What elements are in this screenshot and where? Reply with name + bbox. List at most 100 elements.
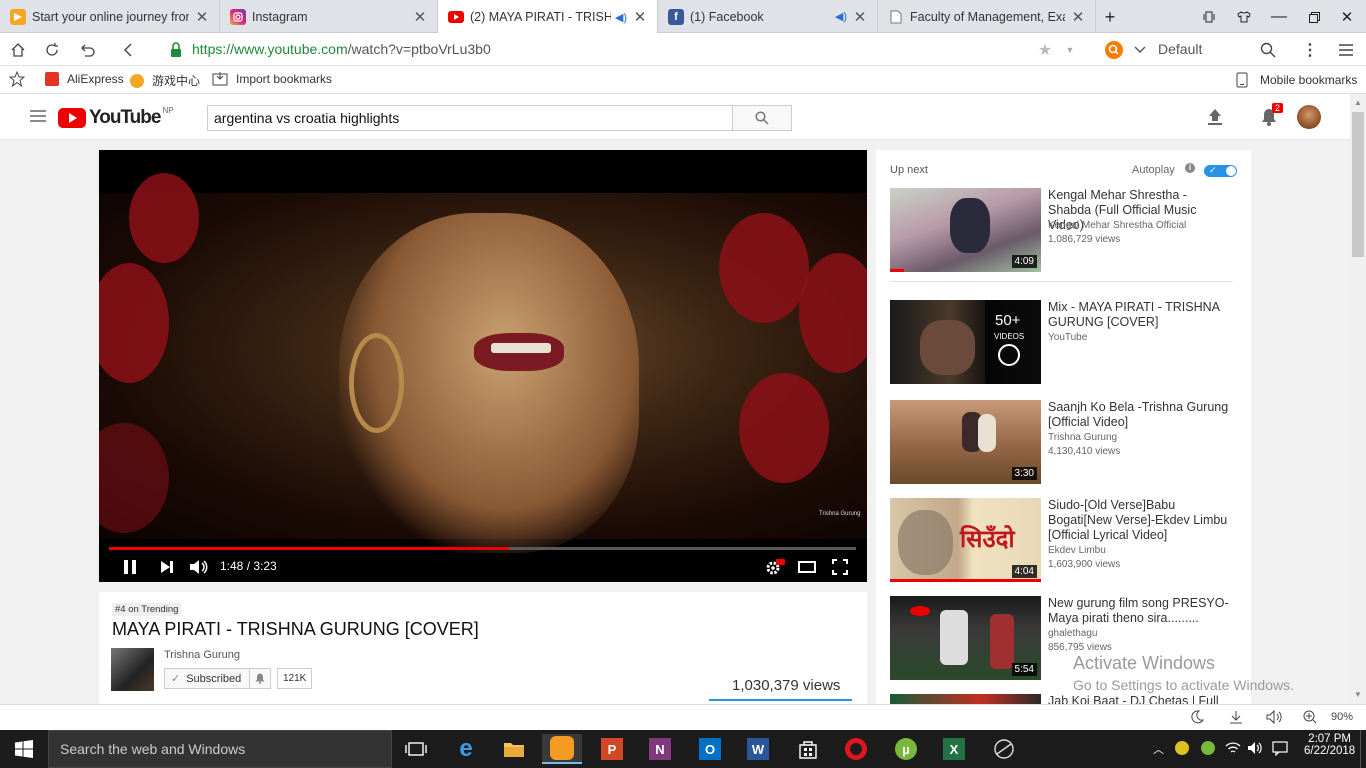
recommendation-item[interactable]: सिउँदो 4:04 Siudo-[Old Verse]Babu Bogati… (890, 498, 1227, 582)
powerpoint-icon[interactable]: P (592, 734, 632, 764)
ucbrowser-taskbar-icon[interactable] (542, 734, 582, 764)
home-icon[interactable] (8, 40, 28, 60)
message-icon[interactable] (1272, 740, 1288, 756)
next-button[interactable] (156, 556, 178, 578)
trending-badge[interactable]: #4 on Trending (112, 603, 182, 616)
subscribed-button[interactable]: ✓ Subscribed (164, 668, 272, 689)
close-tab-icon[interactable]: ✕ (1071, 8, 1085, 26)
tab-facebook[interactable]: f (1) Facebook ◀) ✕ (658, 0, 878, 33)
night-mode-icon[interactable] (1190, 710, 1204, 724)
file-explorer-icon[interactable] (494, 734, 534, 764)
close-tab-icon[interactable]: ✕ (853, 8, 867, 26)
tablet-mode-icon[interactable] (1200, 8, 1218, 26)
settings-button[interactable] (764, 556, 786, 578)
recommendation-item[interactable]: 3:30 Saanjh Ko Bela -Trishna Gurung [Off… (890, 400, 1228, 484)
search-icon[interactable] (1258, 40, 1278, 60)
wifi-icon[interactable] (1225, 741, 1241, 755)
tab-instagram[interactable]: Instagram ✕ (220, 0, 438, 33)
tray-utorrent-icon[interactable] (1201, 741, 1215, 755)
video-thumbnail[interactable]: 50+ VIDEOS (890, 300, 1041, 384)
avatar[interactable] (1297, 105, 1321, 129)
search-button[interactable] (732, 105, 792, 131)
opera-icon[interactable] (836, 734, 876, 764)
bookmark-import[interactable]: Import bookmarks (212, 72, 332, 86)
undo-close-icon[interactable] (78, 40, 98, 60)
search-input[interactable]: argentina vs croatia highlights (207, 105, 733, 131)
video-thumbnail[interactable]: 4:09 (890, 188, 1041, 272)
progress-bar[interactable] (109, 547, 856, 550)
video-title[interactable]: Jab Koi Baat - DJ Chetas | Full (1048, 694, 1233, 704)
volume-button[interactable] (188, 556, 210, 578)
back-icon[interactable] (118, 40, 138, 60)
video-thumbnail[interactable]: सिउँदो 4:04 (890, 498, 1041, 582)
scrollbar[interactable]: ▲ ▼ (1350, 94, 1366, 704)
maximize-icon[interactable] (1305, 8, 1323, 26)
video-player[interactable]: Trishna Gurung 1:48 / 3:23 (99, 150, 867, 582)
outlook-icon[interactable]: O (690, 734, 730, 764)
windows-start-icon[interactable] (4, 734, 44, 764)
search-engine-icon[interactable] (1104, 40, 1124, 60)
network-tool-icon[interactable] (984, 734, 1024, 764)
bookmark-games[interactable]: 游戏中心 (130, 72, 200, 89)
autoplay-toggle[interactable]: ✓ (1204, 165, 1237, 177)
theater-mode-button[interactable] (796, 556, 818, 578)
tab-youtube[interactable]: (2) MAYA PIRATI - TRISHNA ◀) ✕ (438, 0, 658, 34)
info-icon[interactable]: i (1185, 163, 1195, 173)
tray-app-icon[interactable] (1175, 741, 1189, 755)
tab-faculty[interactable]: Faculty of Management, Exam ✕ (878, 0, 1096, 33)
word-icon[interactable]: W (738, 734, 778, 764)
chevron-up-icon[interactable]: ︿ (1153, 741, 1164, 757)
close-tab-icon[interactable]: ✕ (195, 8, 209, 26)
zoom-level[interactable]: 90% (1331, 711, 1353, 723)
dropdown-icon[interactable]: ▼ (1060, 40, 1080, 60)
search-engine-label[interactable]: Default (1158, 41, 1202, 57)
onenote-icon[interactable]: N (640, 734, 680, 764)
notifications-button[interactable]: 2 (1261, 103, 1284, 126)
bell-icon[interactable] (249, 669, 270, 688)
speaker-icon[interactable]: ◀) (835, 10, 847, 23)
video-title[interactable]: Saanjh Ko Bela -Trishna Gurung [Official… (1048, 400, 1233, 430)
skin-icon[interactable] (1235, 8, 1253, 26)
guide-menu-icon[interactable] (30, 110, 46, 122)
download-icon[interactable] (1229, 710, 1243, 724)
video-thumbnail[interactable]: 3:30 (890, 400, 1041, 484)
recommendation-item[interactable]: Jab Koi Baat - DJ Chetas | Full (890, 694, 1220, 704)
tab-start[interactable]: Start your online journey from ✕ (0, 0, 220, 33)
youtube-logo[interactable]: YouTube NP (58, 106, 174, 129)
task-view-icon[interactable] (396, 734, 436, 764)
bookmark-aliexpress[interactable]: AliExpress (45, 72, 124, 86)
close-tab-icon[interactable]: ✕ (633, 8, 647, 26)
scrollbar-thumb[interactable] (1352, 112, 1364, 257)
video-title[interactable]: Siudo-[Old Verse]Babu Bogati[New Verse]-… (1048, 498, 1233, 543)
close-tab-icon[interactable]: ✕ (413, 8, 427, 26)
taskbar-search[interactable]: Search the web and Windows (48, 730, 392, 768)
reload-icon[interactable] (42, 40, 62, 60)
video-frame[interactable]: Trishna Gurung (99, 173, 867, 553)
video-thumbnail[interactable] (890, 694, 1041, 704)
recommendation-item[interactable]: 50+ VIDEOS Mix - MAYA PIRATI - TRISHNA G… (890, 300, 1220, 384)
zoom-icon[interactable] (1303, 710, 1317, 724)
scroll-up-icon[interactable]: ▲ (1354, 98, 1362, 107)
channel-avatar[interactable] (111, 648, 154, 691)
video-title[interactable]: Mix - MAYA PIRATI - TRISHNA GURUNG [COVE… (1048, 300, 1233, 330)
speaker-icon[interactable]: ◀) (615, 11, 627, 24)
scroll-down-icon[interactable]: ▼ (1354, 690, 1362, 699)
utorrent-icon[interactable]: µ (886, 734, 926, 764)
speaker-icon[interactable] (1247, 741, 1263, 755)
minimize-icon[interactable]: — (1270, 8, 1288, 26)
excel-icon[interactable]: X (934, 734, 974, 764)
star-icon[interactable]: ★ (1035, 40, 1055, 60)
clock[interactable]: 2:07 PM 6/22/2018 (1304, 733, 1355, 757)
video-title[interactable]: New gurung film song PRESYO-Maya pirati … (1048, 596, 1233, 626)
bookmark-star-icon[interactable] (9, 71, 25, 87)
store-icon[interactable] (788, 734, 828, 764)
channel-name[interactable]: Trishna Gurung (164, 649, 240, 661)
video-thumbnail[interactable]: 5:54 (890, 596, 1041, 680)
mobile-bookmarks[interactable]: Mobile bookmarks (1236, 72, 1357, 88)
recommendation-item[interactable]: 4:09 Kengal Mehar Shrestha - Shabda (Ful… (890, 188, 1220, 272)
close-window-icon[interactable]: ✕ (1338, 8, 1356, 26)
new-tab-icon[interactable]: + (1101, 7, 1119, 27)
edge-icon[interactable]: e (446, 734, 486, 764)
upload-icon[interactable] (1207, 108, 1223, 126)
chevron-down-icon[interactable] (1130, 40, 1150, 60)
